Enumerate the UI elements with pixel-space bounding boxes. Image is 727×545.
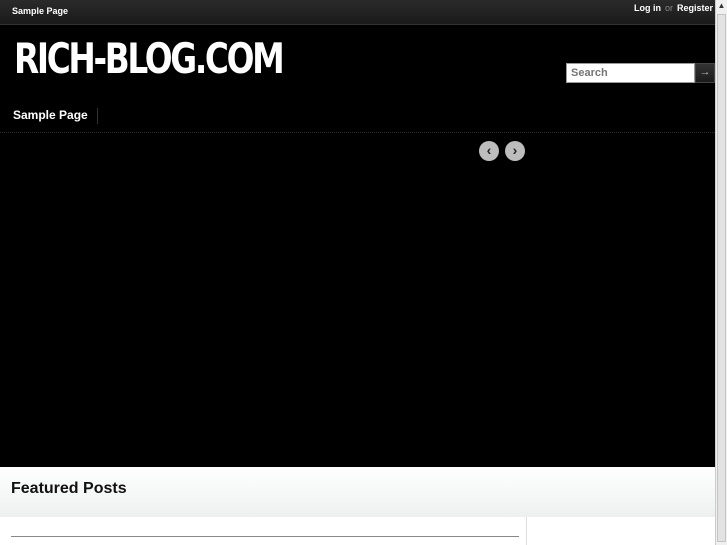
scroll-up-icon[interactable]: ▲ <box>716 0 727 12</box>
page-scrollbar[interactable]: ▲ <box>715 0 727 545</box>
slider-prev-button[interactable]: ‹ <box>479 141 499 161</box>
sidebar-divider <box>526 517 527 545</box>
content-divider <box>11 536 519 537</box>
featured-posts-section: Featured Posts <box>0 467 715 517</box>
arrow-right-icon: → <box>699 66 711 78</box>
site-logo[interactable]: RICH-BLOG.COM <box>14 38 285 80</box>
slider-area <box>0 133 715 467</box>
login-link[interactable]: Log in <box>634 3 661 13</box>
chevron-right-icon: › <box>512 142 518 158</box>
nav-item-sample-page[interactable]: Sample Page <box>13 108 98 124</box>
featured-posts-title: Featured Posts <box>11 480 127 497</box>
register-link[interactable]: Register <box>677 3 713 13</box>
search-input[interactable] <box>566 63 695 83</box>
content-area <box>0 517 715 545</box>
or-text: or <box>664 3 673 13</box>
top-sample-page-link[interactable]: Sample Page <box>12 6 68 16</box>
top-bar: Sample Page Log in or Register <box>0 0 715 25</box>
search-submit-button[interactable]: → <box>695 63 715 83</box>
chevron-left-icon: ‹ <box>486 142 492 158</box>
scroll-thumb[interactable] <box>717 14 726 542</box>
account-links: Log in or Register <box>634 3 713 13</box>
slider-next-button[interactable]: › <box>505 141 525 161</box>
